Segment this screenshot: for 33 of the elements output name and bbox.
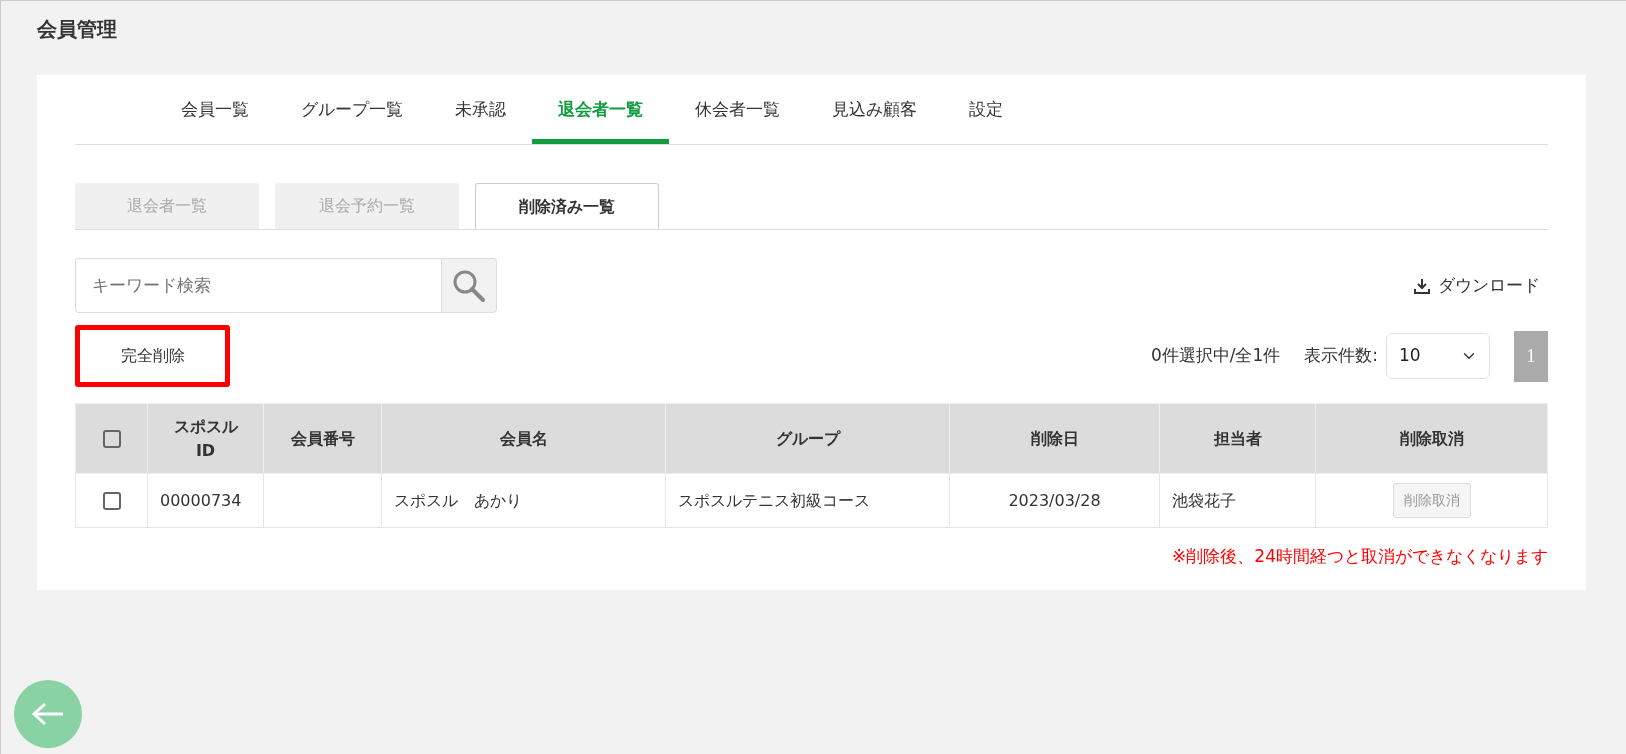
- table-cell: 00000734: [147, 473, 264, 528]
- column-header: グループ: [665, 403, 950, 474]
- column-header: 担当者: [1159, 403, 1316, 474]
- selection-count: 0件選択中/全1件: [1150, 344, 1281, 368]
- page-size-label: 表示件数:: [1304, 344, 1378, 368]
- column-header: スポスル ID: [147, 403, 264, 474]
- table-cell: 池袋花子: [1159, 473, 1316, 528]
- row-checkbox[interactable]: [102, 492, 121, 510]
- page-title: 会員管理: [36, 16, 118, 43]
- download-icon: [1414, 277, 1430, 294]
- column-header: 会員番号: [263, 403, 382, 474]
- page-size-select[interactable]: 10: [1386, 333, 1490, 379]
- nav-tab[interactable]: 休会者一覧: [669, 75, 806, 144]
- sub-tab[interactable]: 削除済み一覧: [475, 183, 659, 229]
- back-arrow-icon: [31, 702, 65, 727]
- table-cell: スポスル あかり: [381, 473, 666, 528]
- warning-note: ※削除後、24時間経つと取消ができなくなります: [1172, 546, 1548, 566]
- search-field[interactable]: キーワード検索: [75, 258, 441, 313]
- delete-button[interactable]: 完全削除: [75, 325, 230, 387]
- nav-tab[interactable]: 会員一覧: [155, 75, 275, 144]
- column-header: 削除日: [949, 403, 1160, 474]
- table-cell: 2023/03/28: [949, 473, 1160, 528]
- table-cell: スポスルテニス初級コース: [665, 473, 950, 528]
- column-header: 会員名: [381, 403, 666, 474]
- column-header: 削除取消: [1315, 403, 1548, 474]
- select-all-checkbox[interactable]: [102, 430, 121, 448]
- nav-tab[interactable]: 退会者一覧: [532, 75, 669, 144]
- nav-tab[interactable]: 見込み顧客: [806, 75, 943, 144]
- nav-tab[interactable]: グループ一覧: [275, 75, 429, 144]
- search-icon[interactable]: [441, 258, 497, 313]
- nav-tab[interactable]: 設定: [943, 75, 1029, 144]
- nav-tab[interactable]: 未承認: [429, 75, 532, 144]
- download-link[interactable]: ダウンロード: [1414, 272, 1540, 299]
